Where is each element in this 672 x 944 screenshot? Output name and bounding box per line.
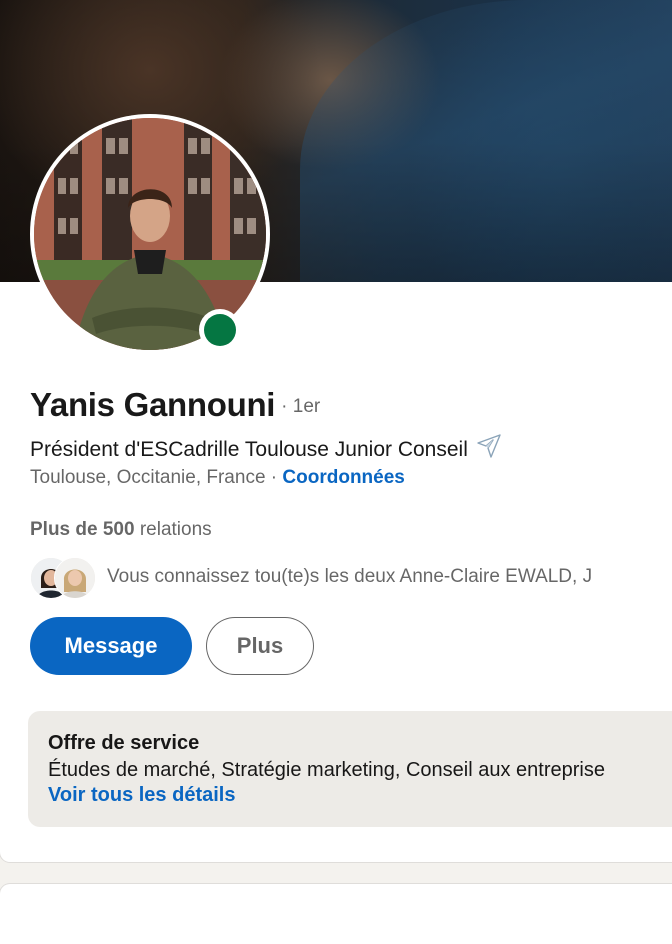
location-separator: · bbox=[265, 467, 283, 488]
more-button[interactable]: Plus bbox=[206, 617, 314, 675]
profile-location: Toulouse, Occitanie, France · Coordonnée… bbox=[30, 467, 405, 489]
airplane-icon bbox=[474, 432, 504, 466]
contact-info-link[interactable]: Coordonnées bbox=[282, 467, 404, 488]
mutual-connections-avatars[interactable] bbox=[30, 557, 96, 599]
service-offer-box: Offre de service Études de marché, Strat… bbox=[28, 711, 672, 827]
service-offer-title: Offre de service bbox=[48, 732, 200, 754]
profile-name-row: Yanis Gannouni · 1er bbox=[30, 386, 320, 424]
connections-count-suffix: relations bbox=[134, 519, 212, 540]
online-status-indicator bbox=[199, 309, 241, 351]
connections-count-value: Plus de 500 bbox=[30, 519, 135, 540]
service-offer-list: Études de marché, Stratégie marketing, C… bbox=[48, 759, 605, 781]
next-section-card bbox=[0, 884, 672, 944]
profile-card: Yanis Gannouni · 1er Président d'ESCadril… bbox=[0, 0, 672, 862]
connections-count[interactable]: Plus de 500 relations bbox=[30, 519, 212, 541]
profile-name: Yanis Gannouni bbox=[30, 386, 276, 423]
profile-headline: Président d'ESCadrille Toulouse Junior C… bbox=[30, 432, 504, 466]
connection-degree: · 1er bbox=[281, 396, 321, 417]
service-details-link[interactable]: Voir tous les détails bbox=[48, 784, 235, 807]
mutual-avatar-2 bbox=[54, 557, 96, 599]
headline-text: Président d'ESCadrille Toulouse Junior C… bbox=[30, 438, 468, 461]
mutual-connections-text[interactable]: Vous connaissez tou(te)s les deux Anne-C… bbox=[107, 566, 592, 588]
message-button[interactable]: Message bbox=[30, 617, 192, 675]
location-text: Toulouse, Occitanie, France bbox=[30, 467, 266, 488]
